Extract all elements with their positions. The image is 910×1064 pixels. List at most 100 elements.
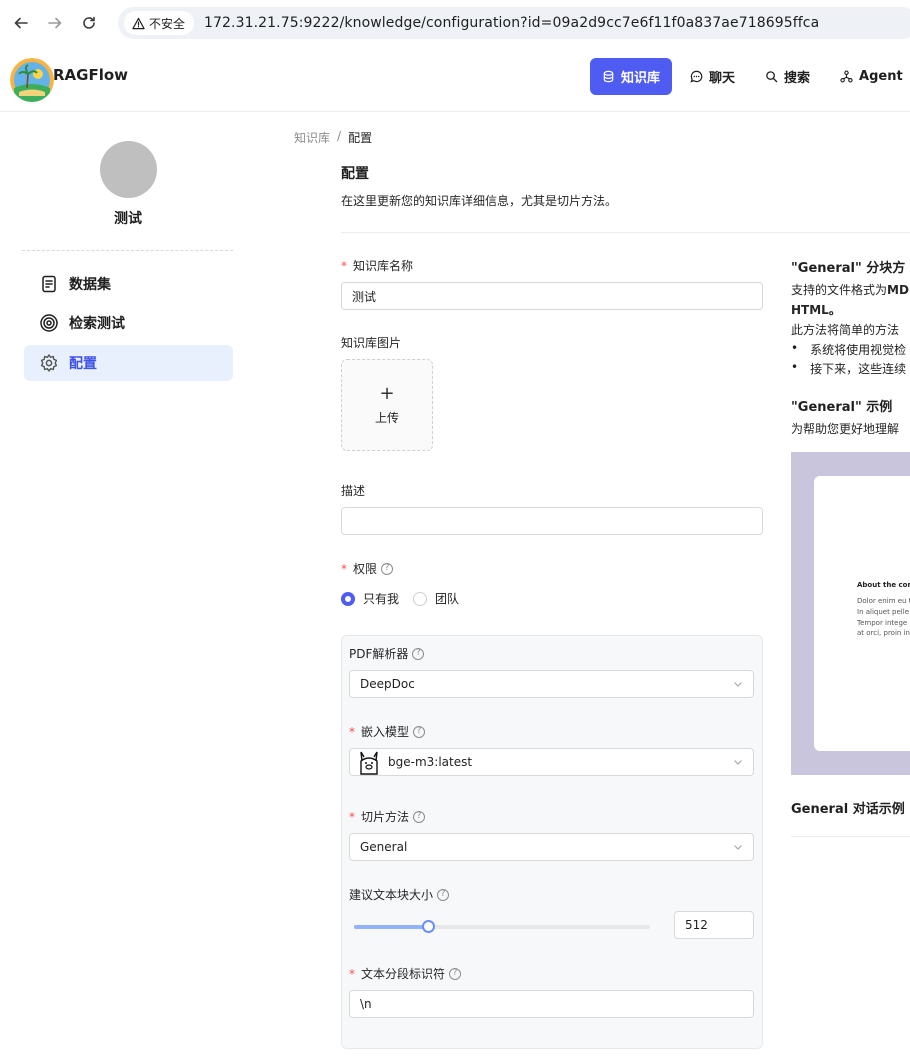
reload-button[interactable] (72, 6, 106, 40)
permission-radio-group: 只有我 团队 (341, 590, 459, 607)
ollama-icon (360, 751, 378, 775)
browser-toolbar: 不安全 172.31.21.75:9222/knowledge/configur… (0, 0, 910, 46)
help-icon[interactable]: ? (437, 888, 450, 901)
embedding-model-select[interactable]: bge-m3:latest (349, 748, 754, 776)
page-description: 在这里更新您的知识库详细信息，尤其是切片方法。 (341, 194, 618, 208)
warning-icon (132, 17, 145, 29)
help-icon[interactable]: ? (449, 967, 462, 980)
doc-line: at orci, proin in (857, 629, 910, 637)
sidebar-divider (22, 250, 233, 251)
delimiter-label: * 文本分段标识符? (349, 965, 462, 982)
description-label: 描述 (341, 484, 366, 498)
slider-fill (354, 925, 428, 929)
breadcrumb-root[interactable]: 知识库 (294, 129, 330, 146)
supported-formats-text: 支持的文件格式为MD (791, 283, 909, 297)
kb-name: 测试 (114, 211, 142, 227)
nav-chat[interactable]: 聊天 (678, 58, 747, 95)
chevron-down-icon (734, 845, 742, 850)
chevron-down-icon (734, 760, 742, 765)
nav-agent[interactable]: Agent (828, 58, 910, 95)
sidebar-item-label: 检索测试 (69, 316, 125, 332)
radio-only-me[interactable]: 只有我 (341, 590, 399, 607)
app-header: RAGFlow 知识库 聊天 搜索 Agent (0, 46, 910, 112)
radio-team[interactable]: 团队 (413, 590, 459, 607)
nav-label: 聊天 (709, 71, 736, 86)
radio-unchecked-icon (413, 591, 428, 606)
sidebar-item-dataset[interactable]: 数据集 (24, 266, 233, 302)
help-icon[interactable]: ? (413, 725, 426, 738)
url-text[interactable]: 172.31.21.75:9222/knowledge/configuratio… (204, 15, 819, 31)
doc-line: Dolor enim eu t (857, 597, 910, 605)
chunk-method-select[interactable]: General (349, 833, 754, 861)
method-description: 此方法将简单的方法 (791, 323, 900, 337)
sidebar-item-label: 配置 (69, 356, 97, 372)
chat-example-title: General 对话示例 (791, 802, 905, 817)
address-bar[interactable]: 不安全 172.31.21.75:9222/knowledge/configur… (118, 7, 910, 39)
example-description: 为帮助您更好地理解 (791, 422, 900, 436)
sidebar-item-configuration[interactable]: 配置 (24, 345, 233, 381)
help-icon[interactable]: ? (412, 647, 425, 660)
description-input[interactable] (341, 507, 763, 535)
upload-label: 上传 (374, 410, 399, 425)
chevron-down-icon (734, 682, 742, 687)
chunk-size-slider[interactable] (354, 920, 650, 933)
example-document: About the com Dolor enim eu t In aliquet… (814, 476, 910, 751)
radio-checked-icon (341, 591, 355, 606)
delimiter-input[interactable]: \n (349, 990, 754, 1018)
nav-label: 搜索 (784, 71, 811, 86)
chunk-method-label: * 切片方法? (349, 808, 426, 825)
sidebar-item-label: 数据集 (69, 277, 111, 293)
nav-label: Agent (859, 69, 903, 84)
back-button[interactable] (4, 6, 38, 40)
insecure-badge[interactable]: 不安全 (124, 11, 195, 35)
breadcrumb-current: 配置 (348, 131, 373, 145)
help-icon[interactable]: ? (413, 810, 426, 823)
chunk-size-label: 建议文本块大小? (349, 886, 450, 903)
chat-icon (690, 70, 703, 83)
doc-line: About the com (857, 581, 910, 589)
permission-label: * 权限? (341, 560, 394, 577)
right-panel-divider (791, 836, 910, 837)
search-icon (766, 71, 778, 83)
pdf-parser-label: PDF解析器? (349, 645, 425, 662)
supported-formats-line2: HTML。 (791, 303, 841, 317)
help-icon[interactable]: ? (381, 562, 394, 575)
brand-name: RAGFlow (53, 66, 129, 84)
ragflow-logo[interactable] (10, 58, 54, 102)
list-item: • 系统将使用视觉检 (791, 341, 907, 357)
gear-icon (40, 354, 58, 372)
method-title: "General" 分块方 (791, 261, 906, 276)
arrow-right-icon (48, 17, 62, 29)
kb-avatar (100, 141, 157, 198)
plus-icon: + (379, 382, 395, 404)
target-icon (40, 314, 58, 332)
top-nav: 知识库 聊天 搜索 Agent (590, 58, 910, 95)
page-title: 配置 (341, 166, 369, 182)
agent-icon (840, 70, 853, 83)
doc-line: In aliquet pelle (857, 608, 910, 616)
nav-label: 知识库 (621, 71, 661, 86)
sidebar-item-retrieval-test[interactable]: 检索测试 (24, 305, 233, 341)
pdf-parser-select[interactable]: DeepDoc (349, 670, 754, 698)
insecure-label: 不安全 (149, 16, 186, 31)
database-icon (603, 70, 614, 83)
example-title: "General" 示例 (791, 400, 893, 415)
nav-search[interactable]: 搜索 (753, 58, 822, 95)
nav-knowledge-base[interactable]: 知识库 (590, 58, 673, 95)
image-upload-button[interactable]: + 上传 (341, 359, 433, 451)
chunk-size-input[interactable]: 512 (674, 911, 754, 939)
example-image: About the com Dolor enim eu t In aliquet… (791, 452, 910, 775)
reload-icon (83, 16, 95, 29)
kb-image-label: 知识库图片 (341, 336, 402, 350)
header-divider (341, 232, 910, 233)
kb-name-label: * 知识库名称 (341, 258, 414, 274)
breadcrumb-separator: / (337, 129, 342, 143)
doc-line: Tempor intege (857, 619, 908, 627)
slider-handle[interactable] (422, 920, 435, 933)
list-item: • 接下来，这些连续 (791, 360, 907, 376)
breadcrumb: 知识库 / 配置 (294, 129, 372, 146)
kb-name-input[interactable]: 测试 (341, 282, 763, 310)
arrow-left-icon (14, 17, 28, 29)
sidebar: 测试 数据集 检索测试 配置 (0, 113, 255, 1064)
forward-button[interactable] (38, 6, 72, 40)
